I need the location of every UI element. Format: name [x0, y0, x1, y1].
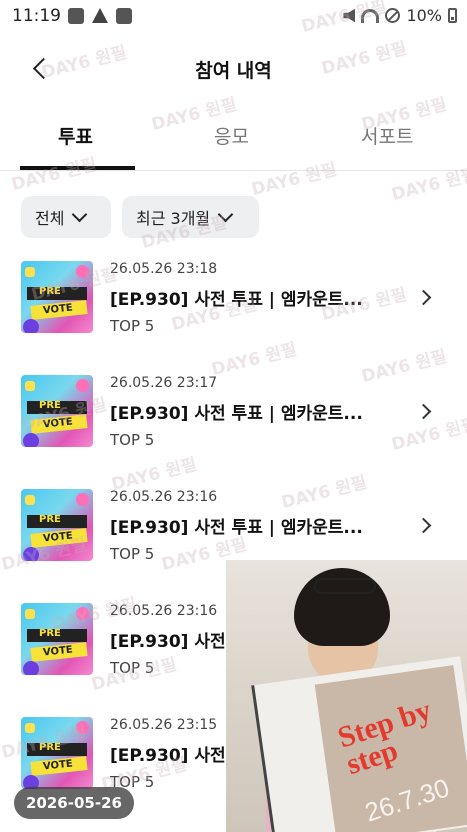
item-title: [EP.930] 사전 투표 | 엠카운트...: [110, 404, 363, 424]
chevron-down-icon: [217, 206, 234, 223]
header: 참여 내역: [0, 40, 467, 96]
magazine: Step by step 26.7.30: [251, 656, 467, 832]
thumbnail-text-top: PRE: [39, 400, 61, 411]
status-time: 11:19: [12, 6, 61, 26]
chevron-right-icon: [415, 517, 432, 534]
chevron-down-icon: [72, 206, 88, 223]
item-date: 26.05.26 23:16: [110, 489, 218, 505]
chevron-right-icon: [415, 289, 432, 306]
status-system-icons: 10%: [343, 6, 457, 25]
item-rank: TOP 5: [110, 659, 155, 677]
vote-thumbnail: PRE VOTE: [21, 603, 93, 675]
tab-entry[interactable]: 응모: [214, 122, 249, 149]
do-not-disturb-icon: [385, 8, 401, 23]
page-title: 참여 내역: [195, 60, 272, 82]
list-item[interactable]: PRE VOTE 26.05.26 23:17 [EP.930] 사전 투표 |…: [0, 375, 467, 475]
item-title: [EP.930] 사전 투표 | 엠카운트...: [110, 518, 363, 538]
filter-period-label: 최근 3개월: [136, 209, 211, 228]
item-rank: TOP 5: [110, 317, 155, 335]
floating-video-player[interactable]: Step by step 26.7.30: [226, 560, 467, 832]
mute-icon: [343, 8, 356, 23]
item-date: 26.05.26 23:17: [110, 375, 218, 391]
item-rank: TOP 5: [110, 431, 155, 449]
filter-type-dropdown[interactable]: 전체: [21, 196, 111, 238]
filter-type-label: 전체: [35, 209, 65, 228]
item-date: 26.05.26 23:16: [110, 603, 218, 619]
chevron-right-icon: [415, 403, 432, 420]
item-title: [EP.930] 사전: [110, 632, 226, 652]
thumbnail-text-top: PRE: [39, 628, 61, 639]
item-rank: TOP 5: [110, 545, 155, 563]
wifi-icon: [361, 8, 380, 23]
item-title: [EP.930] 사전: [110, 746, 226, 766]
thumbnail-text-top: PRE: [39, 286, 61, 297]
vote-thumbnail: PRE VOTE: [21, 261, 93, 333]
item-date: 26.05.26 23:15: [110, 717, 218, 733]
tab-bar: 투표 응모 서포트: [0, 112, 467, 171]
battery-percent: 10%: [406, 6, 442, 25]
date-badge: 2026-05-26: [14, 787, 134, 819]
status-bar: 11:19 10%: [0, 0, 467, 34]
tab-support[interactable]: 서포트: [361, 122, 413, 149]
tab-vote[interactable]: 투표: [58, 122, 93, 149]
app-notification-icon-2: [116, 8, 132, 24]
thumbnail-text-top: PRE: [39, 742, 61, 753]
item-date: 26.05.26 23:18: [110, 261, 218, 277]
list-item[interactable]: PRE VOTE 26.05.26 23:18 [EP.930] 사전 투표 |…: [0, 261, 467, 361]
vote-thumbnail: PRE VOTE: [21, 489, 93, 561]
filter-period-dropdown[interactable]: 최근 3개월: [122, 196, 259, 238]
vote-thumbnail: PRE VOTE: [21, 717, 93, 789]
tab-active-indicator: [20, 166, 135, 170]
vote-thumbnail: PRE VOTE: [21, 375, 93, 447]
battery-icon: [448, 8, 457, 23]
sunglasses: [314, 578, 376, 594]
status-notification-icons: [68, 8, 132, 24]
warning-icon: [92, 8, 108, 23]
item-title: [EP.930] 사전 투표 | 엠카운트...: [110, 290, 363, 310]
thumbnail-text-top: PRE: [39, 514, 61, 525]
app-notification-icon: [68, 8, 84, 24]
